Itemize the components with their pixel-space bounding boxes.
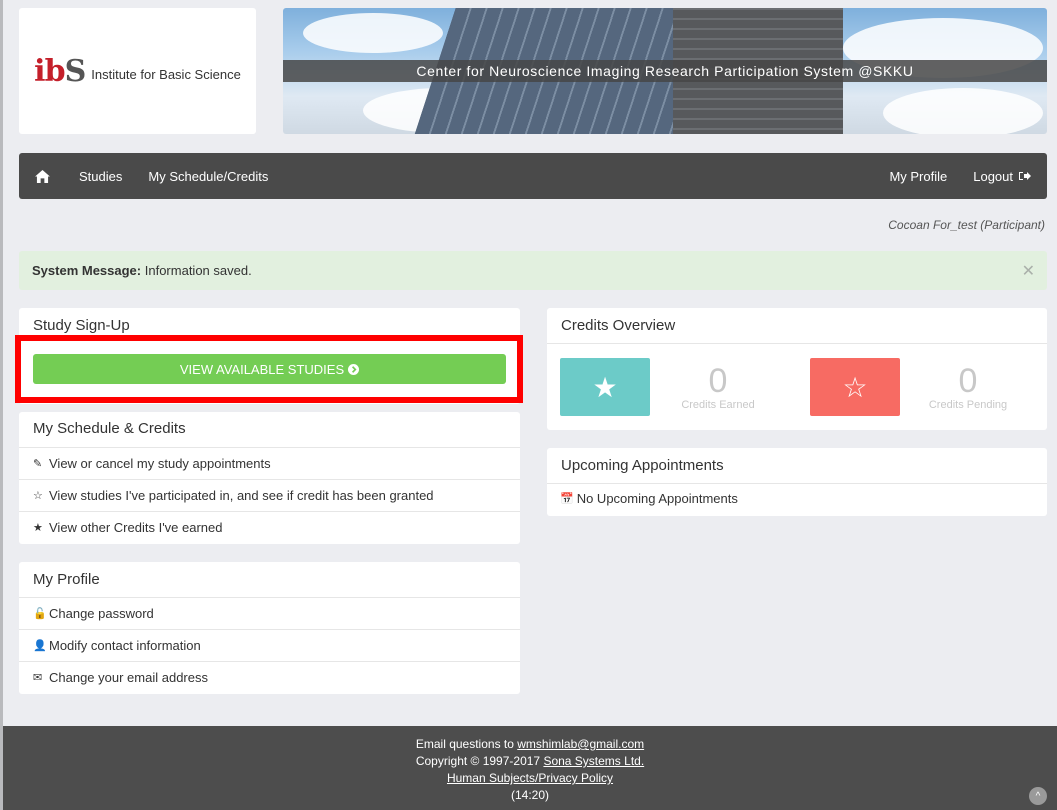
user-icon: 👤 [33,640,47,652]
star-icon: ★ [33,522,43,534]
logo-text: Institute for Basic Science [91,66,241,82]
half-star-icon: ☆ [33,490,43,502]
chevron-up-icon: ^ [1035,790,1041,802]
home-icon [35,169,50,183]
schedule-credits-panel: My Schedule & Credits ✎ View or cancel m… [19,412,520,544]
half-star-icon: ☆ [842,371,868,403]
profile-title: My Profile [33,571,100,588]
envelope-icon: ✉ [33,672,43,684]
credits-earned-tile: ★ [560,358,650,416]
profile-item-contact-info[interactable]: 👤 Modify contact information [19,629,520,661]
lock-icon: 🔓 [33,608,47,620]
profile-item-change-password[interactable]: 🔓 Change password [19,597,520,629]
footer-time: (14:20) [510,788,550,802]
schedule-item-appointments[interactable]: ✎ View or cancel my study appointments [19,447,520,479]
calendar-icon: 📅 [560,493,574,505]
close-icon[interactable]: ✕ [1022,261,1035,281]
header-banner: Center for Neuroscience Imaging Research… [283,8,1047,134]
profile-panel: My Profile 🔓 Change password 👤 Modify co… [19,562,520,694]
main-navbar: Studies My Schedule/Credits My Profile L… [19,153,1047,199]
system-message: System Message: Information saved. ✕ [19,251,1047,290]
upcoming-appointments-title: Upcoming Appointments [547,448,1047,484]
ibs-logo-mark: ibS [34,53,86,89]
system-message-text: Information saved. [144,263,252,278]
credits-earned-value: 0 [708,362,728,400]
nav-logout[interactable]: Logout [960,153,1047,199]
schedule-item-participated[interactable]: ☆ View studies I've participated in, and… [19,479,520,511]
schedule-credits-title: My Schedule & Credits [33,420,186,437]
footer-email-link[interactable]: wmshimlab@gmail.com [517,737,644,751]
credits-pending-value: 0 [958,362,978,400]
current-user: Cocoan For_test (Participant) [888,218,1045,232]
nav-home[interactable] [19,153,66,199]
system-message-label: System Message: [32,263,142,278]
schedule-item-other-credits[interactable]: ★ View other Credits I've earned [19,511,520,543]
banner-title: Center for Neuroscience Imaging Research… [283,60,1047,82]
upcoming-appointments-panel: Upcoming Appointments 📅 No Upcoming Appo… [547,448,1047,516]
logo: ibS Institute for Basic Science [19,8,256,134]
view-available-studies-label: VIEW AVAILABLE STUDIES [179,361,345,377]
footer-email-line: Email questions to wmshimlab@gmail.com [415,737,645,751]
nav-my-profile[interactable]: My Profile [876,153,960,199]
profile-item-email[interactable]: ✉ Change your email address [19,661,520,693]
edit-icon: ✎ [33,458,43,470]
credits-overview-title: Credits Overview [547,308,1047,344]
footer-copyright-line: Copyright © 1997-2017 Sona Systems Ltd. [415,754,645,768]
nav-schedule-credits[interactable]: My Schedule/Credits [135,153,281,199]
credits-pending-label: Credits Pending [928,399,1008,411]
no-appointments-row: 📅 No Upcoming Appointments [560,491,738,506]
credits-earned-label: Credits Earned [681,399,755,411]
logout-label: Logout [973,168,1013,184]
sign-out-icon [1019,172,1031,180]
footer-privacy-link[interactable]: Human Subjects/Privacy Policy [447,771,613,785]
star-icon: ★ [592,371,618,403]
chevron-circle-right-icon [348,363,360,375]
nav-studies[interactable]: Studies [66,153,135,199]
scroll-top-button[interactable]: ^ [1029,787,1047,805]
view-available-studies-button[interactable]: VIEW AVAILABLE STUDIES [33,354,506,384]
footer: Email questions to wmshimlab@gmail.com C… [3,726,1057,810]
credits-pending-tile: ☆ [810,358,900,416]
footer-sona-link[interactable]: Sona Systems Ltd. [543,754,644,768]
